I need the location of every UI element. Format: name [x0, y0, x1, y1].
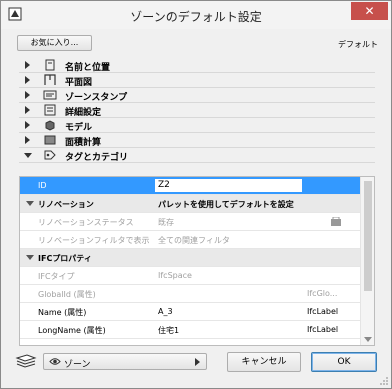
property-group-ifc[interactable]: IFCプロパティ [20, 249, 361, 267]
section-detail-settings[interactable]: 詳細設定 [19, 103, 375, 118]
property-row-longname[interactable]: LongName (属性) 住宅1 IfcLabel [20, 321, 361, 339]
collapse-arrow-icon [24, 153, 32, 158]
property-value: 既存 [158, 218, 174, 227]
property-row-name[interactable]: Name (属性) A_3 IfcLabel [20, 303, 361, 321]
section-label: 平面図 [65, 78, 93, 88]
property-type: IfcGlo... [307, 289, 338, 298]
detail-settings-icon [44, 104, 56, 116]
property-value: 全ての関連フィルタ [158, 236, 230, 245]
collapse-arrow-icon [26, 255, 34, 260]
expand-arrow-icon [25, 91, 30, 99]
scroll-down-icon[interactable] [364, 337, 372, 342]
vertical-scrollbar[interactable] [360, 177, 374, 345]
eye-icon [49, 358, 61, 365]
property-row-renovation-status: リノベーションステータス 既存 [20, 213, 361, 231]
section-tags-categories[interactable]: タグとカテゴリ [19, 148, 375, 163]
property-name: GlobalId (属性) [38, 290, 96, 299]
property-value[interactable]: A_3 [158, 307, 173, 316]
scrollbar-thumb[interactable] [364, 181, 372, 291]
settings-sections: 名前と位置 平面図 ゾーンスタンプ 詳細設定 モデル 面積計算 タグとカテゴリ [19, 58, 375, 163]
property-type: IfcLabel [307, 325, 339, 334]
property-name: LongName (属性) [38, 326, 106, 335]
property-value: IfcSpace [158, 271, 192, 280]
window-title: ゾーンのデフォルト設定 [130, 10, 262, 24]
section-floor-plan[interactable]: 平面図 [19, 73, 375, 88]
cancel-button[interactable]: キャンセル [227, 352, 301, 372]
area-calc-icon [44, 135, 56, 145]
layer-label: ゾーン [64, 360, 91, 370]
property-group-renovation[interactable]: リノベーション パレットを使用してデフォルトを設定 [20, 195, 361, 213]
property-row-id[interactable]: ID Z2 [20, 177, 361, 195]
title-bar: ゾーンのデフォルト設定 ✕ [1, 1, 391, 29]
property-row-globalid: GlobalId (属性) IfcGlo... [20, 285, 361, 303]
group-name: IFCプロパティ [38, 254, 92, 263]
resize-grip-icon[interactable] [380, 377, 389, 386]
property-name: ID [38, 181, 47, 190]
id-field[interactable]: Z2 [154, 178, 303, 193]
floor-plan-icon [44, 74, 56, 85]
tags-categories-icon [44, 150, 56, 160]
model-icon [45, 120, 55, 131]
section-label: 面積計算 [65, 138, 102, 148]
name-position-icon [45, 59, 55, 71]
expand-arrow-icon [25, 61, 30, 69]
property-row-ifc-type: IFCタイプ IfcSpace [20, 267, 361, 285]
layer-dropdown[interactable]: ゾーン [43, 353, 207, 370]
section-area-calc[interactable]: 面積計算 [19, 133, 375, 148]
section-label: ゾーンスタンプ [65, 93, 128, 103]
group-name: リノベーション [38, 200, 94, 209]
property-name: リノベーションフィルタで表示 [38, 236, 150, 245]
section-label: 名前と位置 [65, 63, 111, 73]
expand-arrow-icon [25, 121, 30, 129]
property-name: リノベーションステータス [38, 218, 134, 227]
section-label: モデル [65, 123, 93, 133]
group-note: パレットを使用してデフォルトを設定 [158, 200, 294, 209]
zone-default-settings-dialog: ゾーンのデフォルト設定 ✕ お気に入り... デフォルト 名前と位置 平面図 ゾ… [0, 0, 392, 389]
expand-arrow-icon [25, 106, 30, 114]
expand-arrow-icon [25, 136, 30, 144]
section-name-position[interactable]: 名前と位置 [19, 58, 375, 73]
dropdown-arrow-icon [195, 358, 200, 366]
section-zone-stamp[interactable]: ゾーンスタンプ [19, 88, 375, 103]
property-type: IfcLabel [307, 307, 339, 316]
default-label: デフォルト [338, 40, 378, 49]
collapse-arrow-icon [26, 201, 34, 206]
expand-arrow-icon [25, 76, 30, 84]
property-value[interactable]: 住宅1 [158, 325, 179, 336]
zone-stamp-icon [43, 90, 57, 100]
property-row-renovation-filter: リノベーションフィルタで表示 全ての関連フィルタ [20, 231, 361, 249]
lock-icon [331, 217, 341, 226]
property-name: IFCタイプ [38, 272, 75, 281]
close-button[interactable]: ✕ [351, 2, 388, 20]
layer-settings-icon[interactable] [15, 354, 37, 368]
property-name: Name (属性) [38, 308, 87, 317]
section-model[interactable]: モデル [19, 118, 375, 133]
section-label: タグとカテゴリ [65, 153, 129, 163]
ok-button[interactable]: OK [311, 352, 377, 372]
favorites-button[interactable]: お気に入り... [17, 35, 92, 51]
property-table: ID Z2 リノベーション パレットを使用してデフォルトを設定 リノベーションス… [19, 176, 375, 346]
section-label: 詳細設定 [65, 108, 102, 118]
